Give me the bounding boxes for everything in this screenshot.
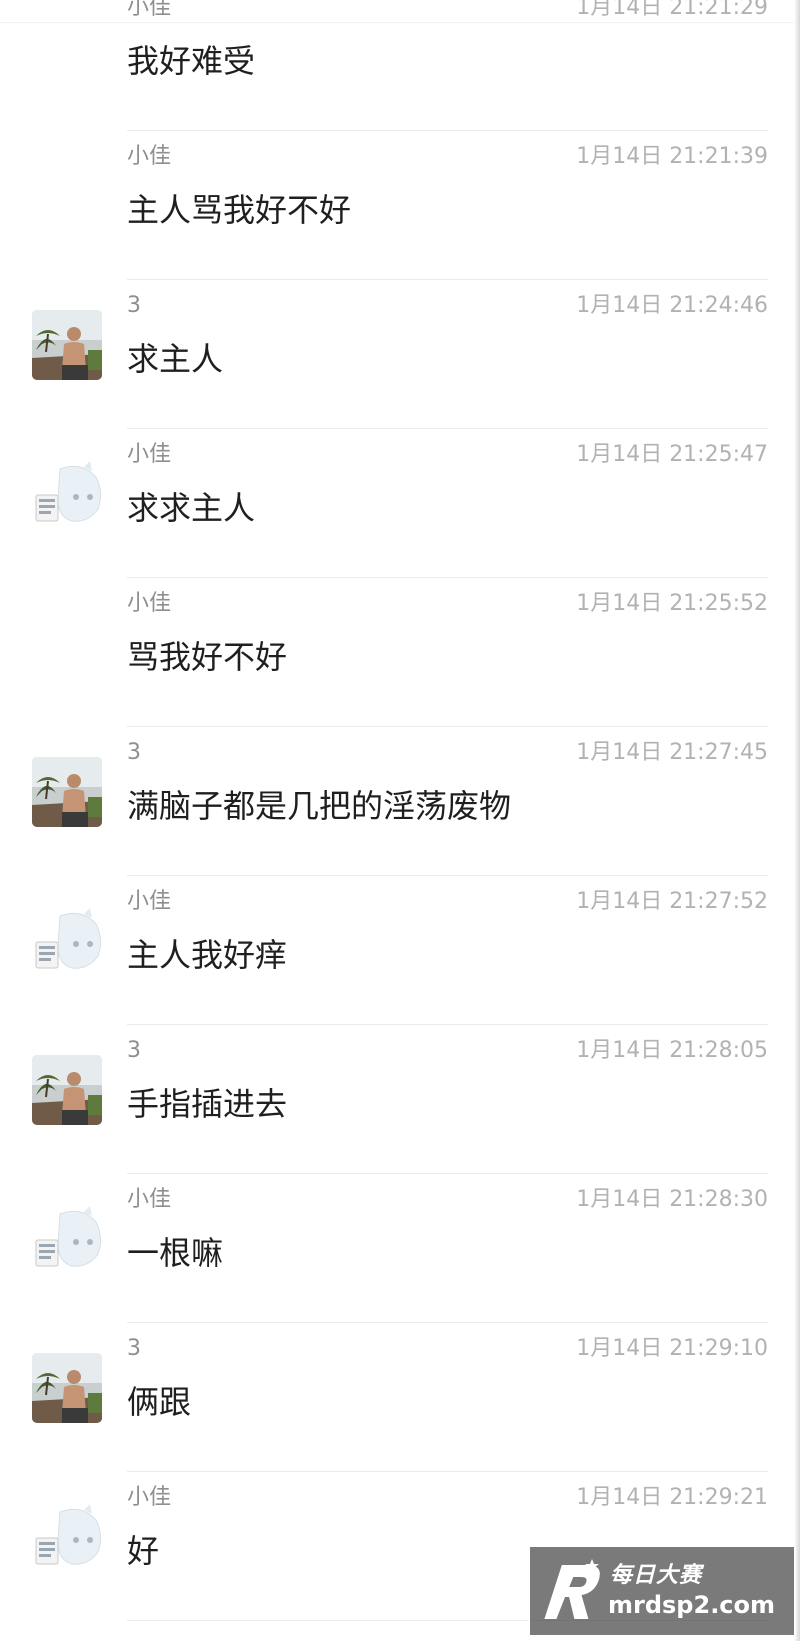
message-timestamp: 1月14日 21:24:46 [576, 293, 768, 318]
message-text: 手指插进去 [127, 1085, 288, 1123]
message-text: 求求主人 [127, 489, 256, 527]
message-text: 求主人 [127, 340, 224, 378]
message-text: 俩跟 [127, 1383, 192, 1421]
sender-name: 小佳 [127, 1187, 172, 1212]
message-timestamp: 1月14日 21:25:52 [576, 591, 768, 616]
sender-name: 小佳 [127, 144, 172, 169]
message-row[interactable]: 小佳 1月14日 21:25:47 求求主人 [0, 429, 800, 578]
message-timestamp: 1月14日 21:28:05 [576, 1038, 768, 1063]
message-row[interactable]: 3 1月14日 21:27:45 满脑子都是几把的淫荡废物 [0, 727, 800, 876]
message-text: 满脑子都是几把的淫荡废物 [127, 787, 512, 825]
message-row[interactable]: 小佳 1月14日 21:27:52 主人我好痒 [0, 876, 800, 1025]
message-timestamp: 1月14日 21:27:52 [576, 889, 768, 914]
sender-name: 3 [127, 740, 141, 765]
sender-name: 3 [127, 1336, 141, 1361]
message-timestamp: 1月14日 21:27:45 [576, 740, 768, 765]
sender-name: 小佳 [127, 0, 172, 20]
watermark-logo-icon [544, 1559, 600, 1619]
watermark-title: 每日大赛 [610, 1563, 703, 1588]
message-timestamp: 1月14日 21:29:10 [576, 1336, 768, 1361]
photo-avatar[interactable] [32, 310, 102, 380]
sender-name: 小佳 [127, 1485, 172, 1510]
sender-name: 3 [127, 293, 141, 318]
message-timestamp: 1月14日 21:21:29 [576, 0, 768, 20]
photo-avatar[interactable] [32, 1055, 102, 1125]
message-row[interactable]: 小佳 1月14日 21:25:52 骂我好不好 [0, 578, 800, 727]
message-text: 主人我好痒 [127, 936, 288, 974]
cartoon-avatar[interactable] [32, 1204, 102, 1274]
photo-avatar[interactable] [32, 757, 102, 827]
sender-name: 3 [127, 1038, 141, 1063]
message-history-list[interactable]: 小佳 1月14日 21:21:29 我好难受 小佳 1月14日 21:21:39… [0, 0, 800, 1641]
sender-name: 小佳 [127, 889, 172, 914]
message-text: 我好难受 [127, 42, 256, 80]
watermark-url: mrdsp2.com [608, 1591, 776, 1619]
message-timestamp: 1月14日 21:25:47 [576, 442, 768, 467]
message-timestamp: 1月14日 21:28:30 [576, 1187, 768, 1212]
cartoon-avatar[interactable] [32, 459, 102, 529]
message-row[interactable]: 小佳 1月14日 21:21:29 我好难受 [0, 0, 800, 131]
sender-name: 小佳 [127, 442, 172, 467]
cartoon-avatar[interactable] [32, 1502, 102, 1572]
message-text: 一根嘛 [127, 1234, 224, 1272]
message-text: 好 [127, 1532, 160, 1570]
photo-avatar[interactable] [32, 1353, 102, 1423]
message-timestamp: 1月14日 21:29:21 [576, 1485, 768, 1510]
message-row[interactable]: 3 1月14日 21:24:46 求主人 [0, 280, 800, 429]
message-row[interactable]: 3 1月14日 21:28:05 手指插进去 [0, 1025, 800, 1174]
sender-name: 小佳 [127, 591, 172, 616]
message-row[interactable]: 小佳 1月14日 21:28:30 一根嘛 [0, 1174, 800, 1323]
message-text: 骂我好不好 [127, 638, 288, 676]
message-row[interactable]: 小佳 1月14日 21:21:39 主人骂我好不好 [0, 131, 800, 280]
message-text: 主人骂我好不好 [127, 191, 352, 229]
message-timestamp: 1月14日 21:21:39 [576, 144, 768, 169]
watermark: 每日大赛 mrdsp2.com [528, 1545, 796, 1637]
message-row[interactable]: 3 1月14日 21:29:10 俩跟 [0, 1323, 800, 1472]
cartoon-avatar[interactable] [32, 906, 102, 976]
scroll-edge [794, 0, 800, 1641]
